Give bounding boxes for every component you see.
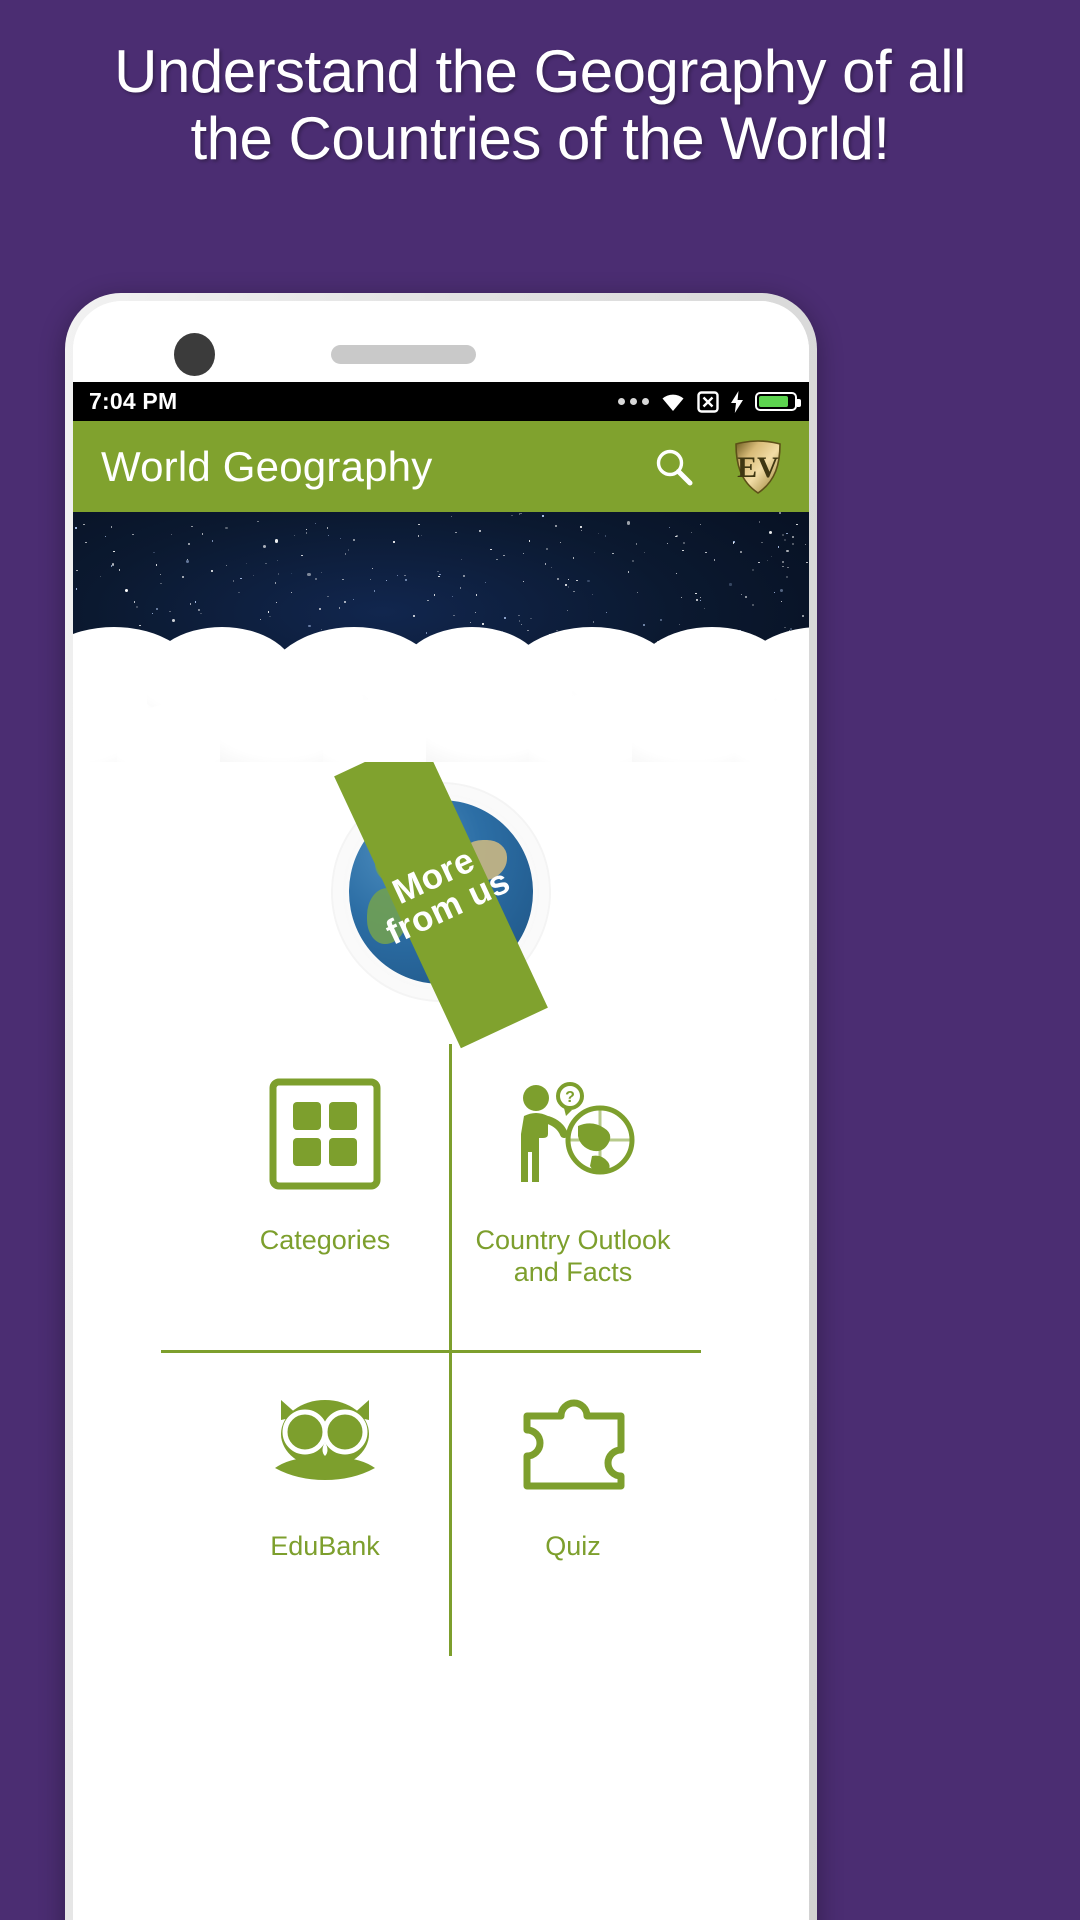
battery-icon [755,392,801,411]
charging-bolt-icon [731,390,743,413]
menu-item-categories[interactable]: Categories [201,1044,449,1350]
more-from-us-label: More from us [379,840,516,953]
owl-icon [265,1350,385,1530]
person-globe-icon: ? [508,1044,638,1224]
status-icon-group [618,390,801,413]
phone-top-bezel [73,301,809,382]
clouds-layer [73,627,809,762]
svg-text:EV: EV [737,451,779,484]
more-from-us-badge[interactable]: More from us [333,735,549,1049]
status-bar: 7:04 PM [73,382,809,421]
svg-text:?: ? [565,1089,575,1106]
puzzle-piece-icon [517,1350,629,1530]
menu-label-country-outlook: Country Outlook and Facts [475,1225,671,1288]
wifi-icon [662,394,684,411]
earpiece-speaker [331,345,476,364]
app-bar: World Geography EV [73,421,809,512]
status-time: 7:04 PM [89,388,178,414]
promo-headline: Understand the Geography of all the Coun… [114,38,966,173]
menu-item-country-outlook[interactable]: ? Country Outlook and Facts [449,1044,697,1350]
phone-screen: 7:04 PM World Geography EV More from us … [73,301,809,1920]
home-content: More from us Categories ? Country Outloo… [73,735,809,1920]
menu-item-quiz[interactable]: Quiz [449,1350,697,1656]
menu-label-categories: Categories [259,1225,391,1255]
no-sim-icon [697,390,719,413]
menu-label-edubank: EduBank [270,1531,380,1561]
more-dots-icon [618,398,649,405]
hero-sky-banner [73,512,809,762]
phone-mockup: 7:04 PM World Geography EV More from us … [65,293,817,1920]
menu-item-edubank[interactable]: EduBank [201,1350,449,1656]
search-icon[interactable] [652,445,696,489]
grid-squares-icon [269,1044,381,1224]
home-menu-grid: Categories ? Country Outlook and Facts E… [161,1044,701,1656]
ev-logo-icon[interactable]: EV [732,439,784,495]
front-camera-icon [174,333,215,376]
menu-label-quiz: Quiz [545,1531,601,1561]
app-bar-actions: EV [652,439,784,495]
app-title: World Geography [101,442,433,490]
